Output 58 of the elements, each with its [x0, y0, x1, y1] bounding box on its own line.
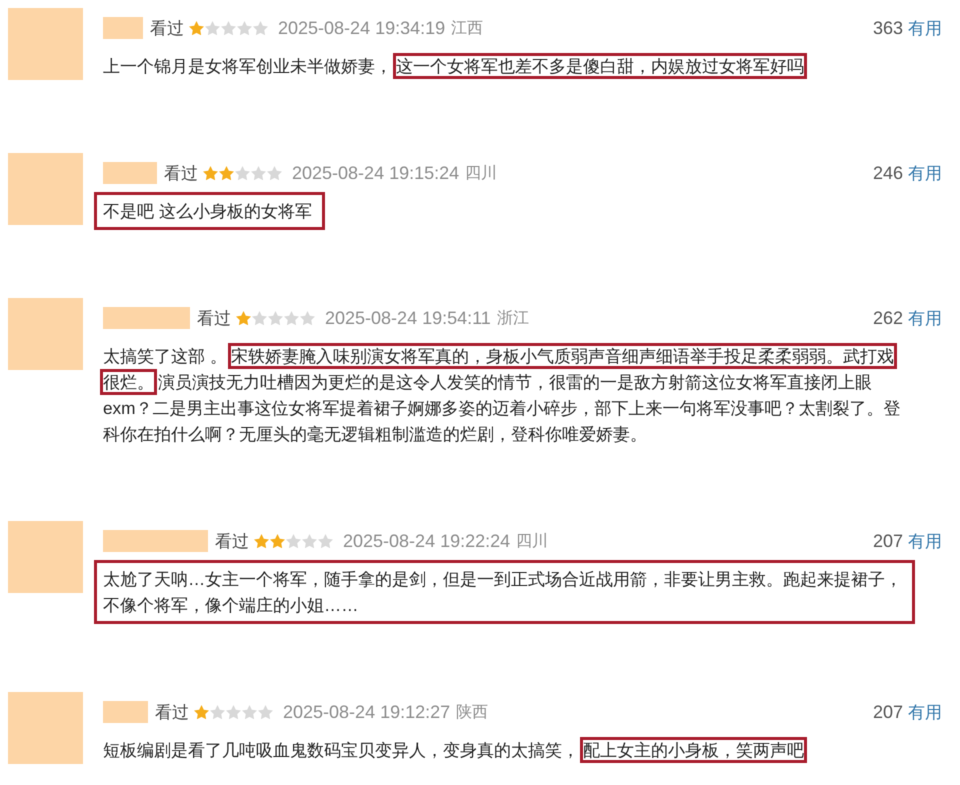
helpful-count: 207 — [872, 530, 903, 552]
review-text: 上一个锦月是女将军创业未半做娇妻， 这一个女将军也差不多是傻白甜，内娱放过女将军好吗 — [94, 47, 817, 85]
helpful-link[interactable]: 有用 — [908, 530, 942, 552]
star-icon — [219, 166, 234, 180]
review-date: 2025-08-24 19:22:24 — [343, 530, 510, 552]
star-icon — [270, 534, 285, 548]
review-date: 2025-08-24 19:12:27 — [283, 702, 450, 722]
star-icon — [267, 166, 282, 180]
helpful-count: 363 — [872, 18, 903, 38]
helpful-count: 262 — [872, 308, 903, 328]
helpful-link[interactable]: 有用 — [908, 162, 942, 184]
helpful-count: 246 — [872, 162, 903, 184]
review-location: 四川 — [516, 532, 548, 552]
review-date: 2025-08-24 19:54:11 — [325, 308, 491, 328]
star-icon — [205, 20, 220, 36]
star-icon — [189, 20, 204, 36]
helpful-link[interactable]: 有用 — [908, 16, 942, 40]
star-icon — [237, 20, 252, 36]
star-icon — [236, 310, 251, 326]
watched-status: 看过 — [155, 702, 189, 724]
star-icon — [210, 704, 225, 720]
watched-status: 看过 — [150, 18, 184, 40]
review-location: 浙江 — [496, 308, 529, 328]
star-icon — [300, 310, 315, 326]
redacted-name-block — [103, 162, 157, 184]
review-date: 2025-08-24 19:15:24 — [292, 162, 460, 184]
review-location: 江西 — [451, 18, 484, 38]
redacted-name-block — [103, 701, 148, 723]
star-icon — [251, 166, 266, 180]
star-icon — [253, 20, 268, 36]
watched-status: 看过 — [164, 162, 198, 184]
star-icon — [221, 20, 236, 36]
helpful-link[interactable]: 有用 — [908, 306, 942, 330]
star-icon — [252, 310, 267, 326]
star-icon — [226, 704, 241, 720]
review-location: 陕西 — [456, 702, 488, 722]
review-text: 短板编剧是看了几吨吸血鬼数码宝贝变异人，变身真的太搞笑， 配上女主的小身板，笑两声吧 — [94, 731, 817, 769]
star-icon — [242, 704, 257, 720]
watched-status: 看过 — [215, 530, 249, 552]
star-icon — [286, 534, 301, 548]
star-icon — [194, 704, 209, 720]
star-icon — [203, 166, 218, 180]
star-icon — [318, 534, 333, 548]
star-icon — [284, 310, 299, 326]
review-location: 四川 — [465, 164, 498, 184]
helpful-link[interactable]: 有用 — [908, 700, 942, 724]
star-icon — [235, 166, 250, 180]
star-icon — [268, 310, 283, 326]
review-text: 不是吧 这么小身板的女将军 — [94, 192, 325, 230]
review-text: 太搞笑了这部 。 宋轶娇妻腌入味别演女将军真的，身板小气质弱声音细声细语举手投足柔柔弱弱。武打戏 很烂。 演员演技无力吐槽因为更烂的是这令人发笑的情节，很雷的一是敌方射箭这位女将军直接闭上眼 exm？二是男主出事这位女将军提着裙子婀娜多姿的迈着小碎步，部下上来一句将军没事吧？太割裂了。登 科你在拍什么啊？无厘头的毫无逻辑粗制滥造的烂剧，登科你唯爱娇妻。 — [94, 337, 914, 453]
redacted-name-block — [103, 17, 143, 39]
review-text: 太尬了天呐…女主一个将军，随手拿的是剑，但是一到正式场合近战用箭，非要让男主救。跑起来提裙子， 不像个将军，像个端庄的小姐…… — [94, 560, 916, 624]
star-icon — [258, 704, 273, 720]
review-date: 2025-08-24 19:34:19 — [278, 18, 446, 38]
star-icon — [302, 534, 317, 548]
star-icon — [254, 534, 269, 548]
helpful-count: 207 — [872, 702, 903, 722]
watched-status: 看过 — [197, 308, 231, 330]
